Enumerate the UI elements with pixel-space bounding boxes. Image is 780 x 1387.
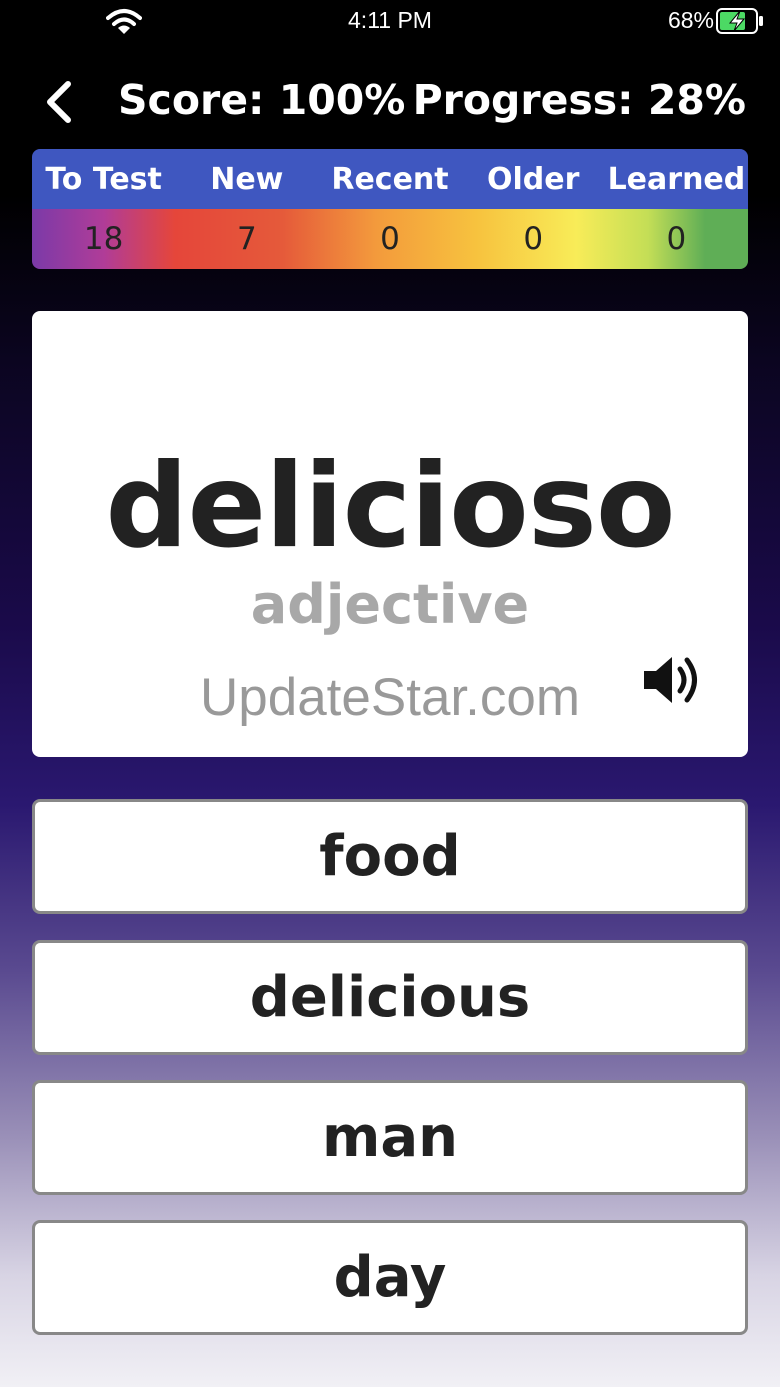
back-button[interactable] <box>36 78 84 126</box>
answer-option-1[interactable]: food <box>32 799 748 914</box>
stat-header-to-test: To Test <box>45 161 162 197</box>
answer-option-label: man <box>321 1105 458 1170</box>
answer-option-label: day <box>333 1245 447 1310</box>
flashcard: delicioso adjective UpdateStar.com <box>32 311 748 757</box>
stat-value-recent: 0 <box>380 221 400 257</box>
stat-header-recent: Recent <box>331 161 449 197</box>
answer-option-label: food <box>319 824 461 889</box>
stat-header-learned: Learned <box>607 161 746 197</box>
flashcard-word: delicioso <box>105 439 675 574</box>
answer-option-2[interactable]: delicious <box>32 940 748 1055</box>
answer-option-4[interactable]: day <box>32 1220 748 1335</box>
battery-percentage: 68% <box>667 7 714 33</box>
stat-value-older: 0 <box>523 221 544 257</box>
stats-header-row: To Test New Recent Older Learned <box>32 149 748 209</box>
stat-value-to-test: 18 <box>83 221 124 257</box>
status-time: 4:11 PM <box>348 7 432 33</box>
progress-label: Progress: 28% <box>412 76 746 124</box>
stat-header-new: New <box>210 161 284 197</box>
header: Score: 100% Progress: 28% <box>0 70 780 134</box>
stats-table: To Test New Recent Older Learned 18 7 0 … <box>32 149 748 269</box>
speaker-icon[interactable] <box>640 651 704 709</box>
stat-header-older: Older <box>487 161 580 197</box>
score-label: Score: 100% <box>118 76 406 124</box>
stats-value-row: 18 7 0 0 0 <box>32 209 748 269</box>
status-bar: 4:11 PM 68% <box>0 0 780 44</box>
answer-option-label: delicious <box>249 965 531 1030</box>
battery-charging-icon <box>716 8 763 34</box>
stat-value-new: 7 <box>236 221 257 257</box>
stat-value-learned: 0 <box>666 221 687 257</box>
flashcard-part-of-speech: adjective <box>250 573 530 636</box>
answer-option-3[interactable]: man <box>32 1080 748 1195</box>
